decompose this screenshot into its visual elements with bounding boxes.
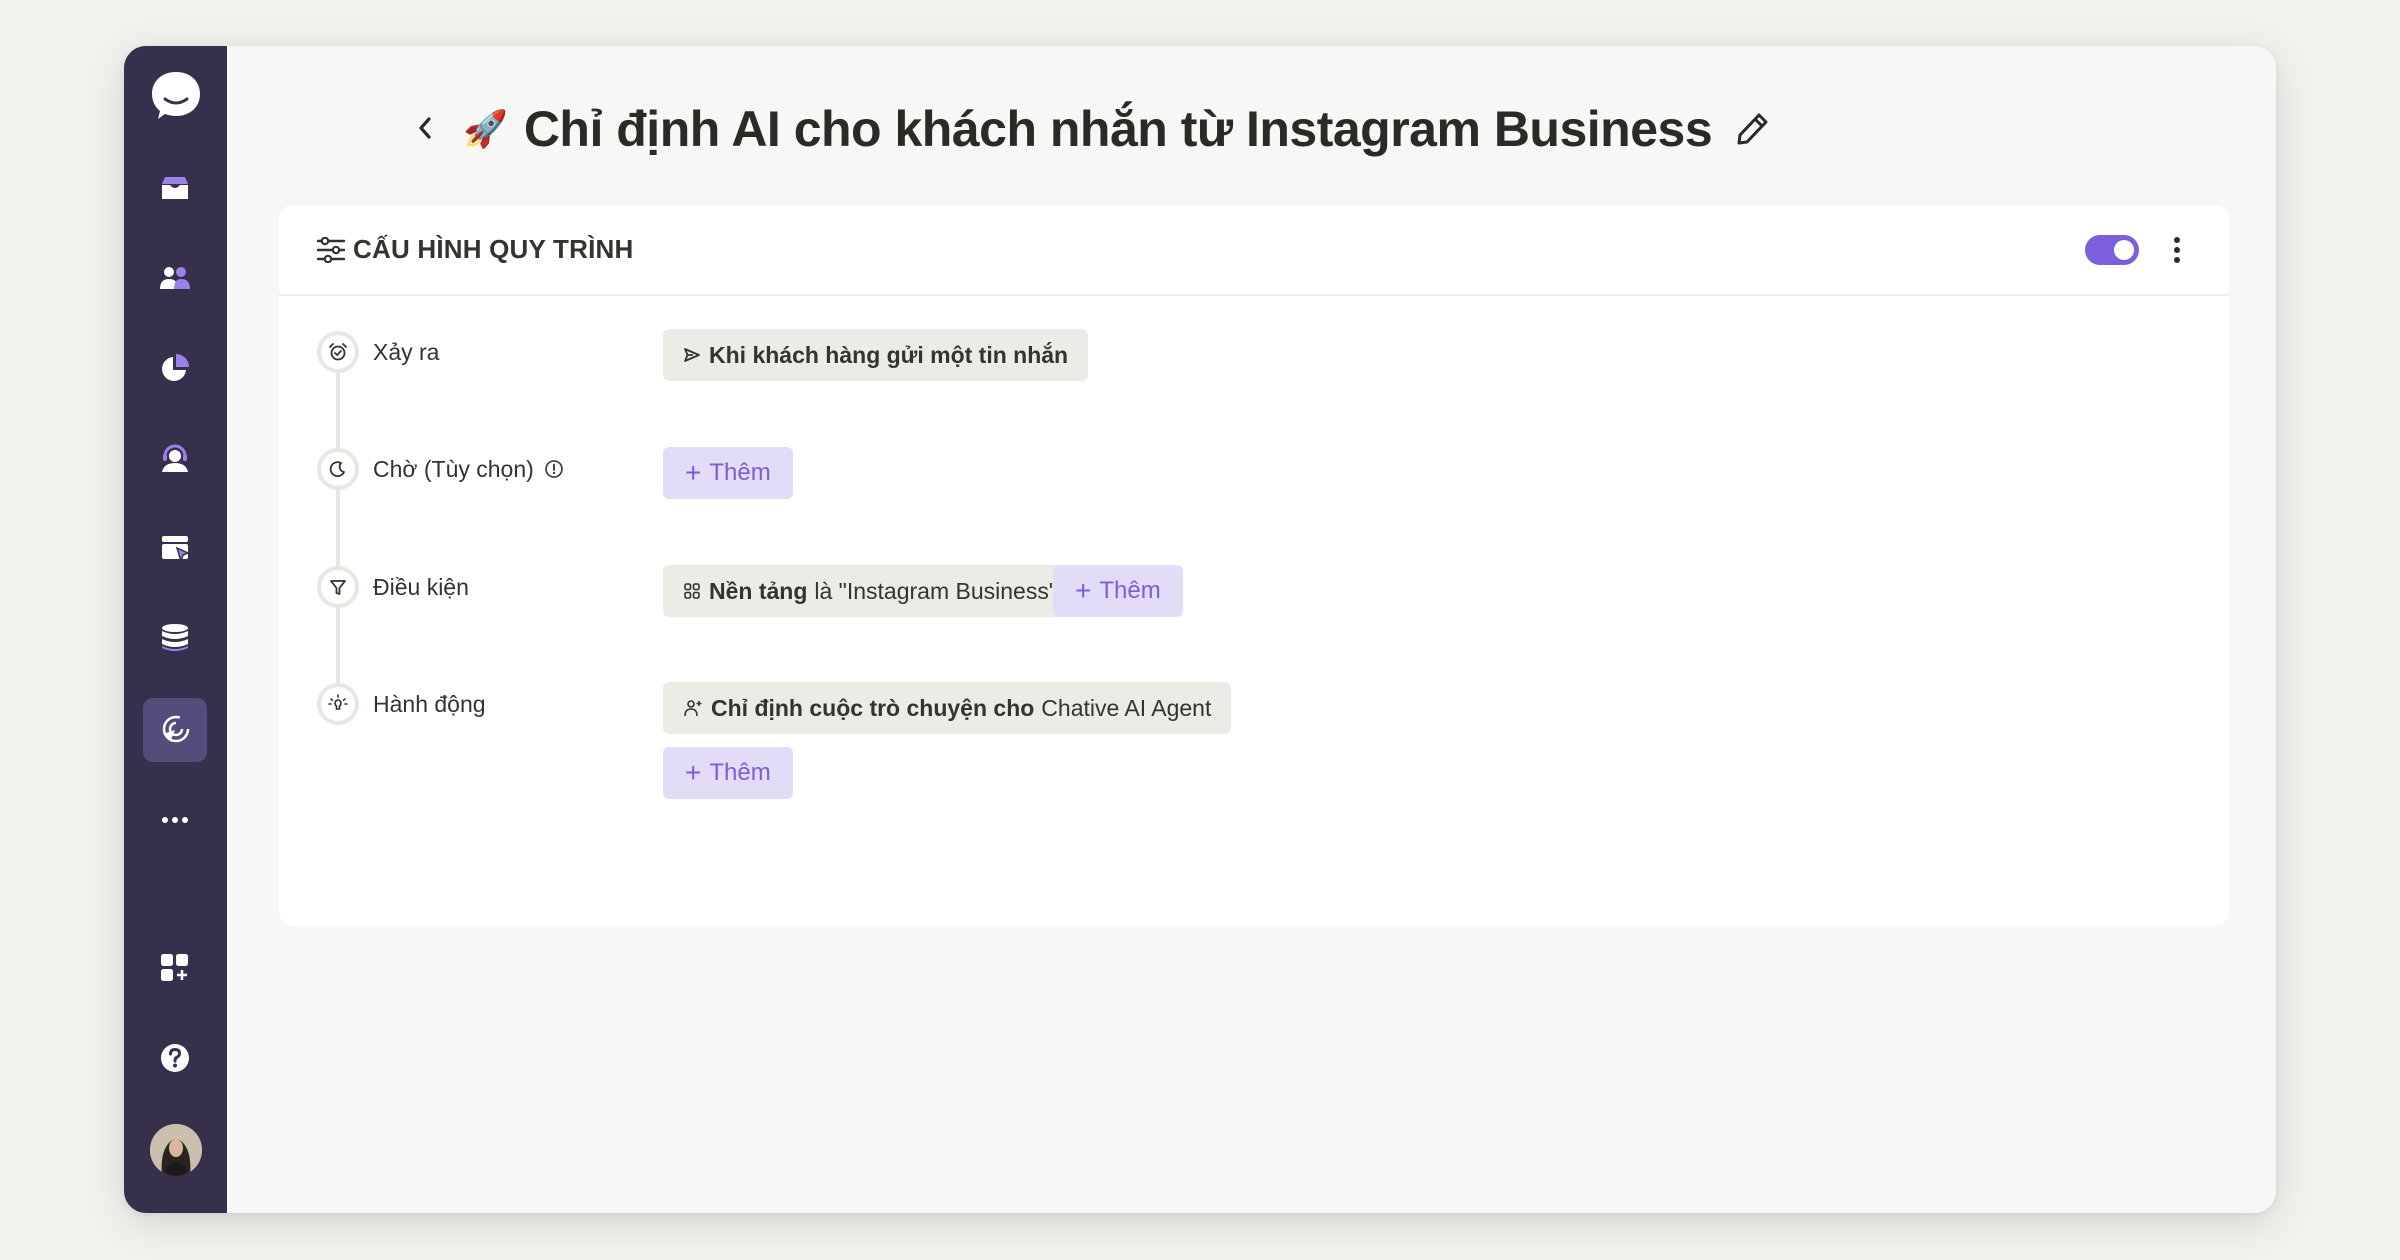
step-wait: Chờ (Tùy chọn) <box>317 448 564 490</box>
step-icon-circle <box>317 331 359 373</box>
sidebar-item-campaigns[interactable] <box>143 516 207 580</box>
main-content: 🚀 Chỉ định AI cho khách nhắn từ Instagra… <box>227 46 2276 1213</box>
edit-title-button[interactable] <box>1732 109 1772 149</box>
plus-icon: + <box>685 457 702 488</box>
more-horizontal-icon <box>162 817 188 823</box>
step-icon-circle <box>317 683 359 725</box>
filter-icon <box>330 580 346 595</box>
sidebar-item-apps[interactable] <box>143 936 207 1000</box>
condition-chip[interactable]: Nền tảng là "Instagram Business" <box>663 565 1077 617</box>
chip-value-text: là "Instagram Business" <box>814 577 1057 604</box>
chip-value-text: Chative AI Agent <box>1041 694 1212 721</box>
sidebar <box>124 46 227 1213</box>
workflow-enabled-toggle[interactable] <box>2085 234 2139 265</box>
alarm-clock-icon <box>329 343 347 361</box>
sidebar-item-reports[interactable] <box>143 336 207 400</box>
back-button[interactable] <box>403 106 447 150</box>
workflow-config-card: CẤU HÌNH QUY TRÌNH Xảy ra Khi khách hàng… <box>279 205 2229 926</box>
automation-icon <box>162 715 190 743</box>
card-header: CẤU HÌNH QUY TRÌNH <box>279 205 2229 296</box>
database-icon <box>162 624 188 651</box>
user-plus-icon <box>684 700 702 717</box>
sidebar-item-inbox[interactable] <box>143 156 207 220</box>
send-icon <box>684 348 700 362</box>
grid-icon <box>684 583 700 599</box>
step-label-text: Chờ (Tùy chọn) <box>373 456 534 482</box>
rocket-icon: 🚀 <box>463 108 508 149</box>
sliders-icon <box>317 236 345 263</box>
step-trigger: Xảy ra <box>317 331 439 373</box>
page-header: 🚀 Chỉ định AI cho khách nhắn từ Instagra… <box>463 94 1772 164</box>
add-condition-button[interactable]: + Thêm <box>1053 565 1183 617</box>
lightbulb-icon <box>328 694 348 710</box>
apps-add-icon <box>161 954 188 981</box>
inbox-icon <box>162 177 188 199</box>
timeline-connector <box>336 350 340 703</box>
help-icon <box>161 1044 189 1072</box>
window-cursor-icon <box>162 536 190 563</box>
step-label: Xảy ra <box>373 339 440 365</box>
more-options-button[interactable] <box>2165 230 2189 270</box>
add-button-label: Thêm <box>709 459 771 486</box>
plus-icon: + <box>1075 575 1092 606</box>
card-title-text: CẤU HÌNH QUY TRÌNH <box>353 234 634 264</box>
sidebar-item-agents[interactable] <box>143 426 207 490</box>
card-title: CẤU HÌNH QUY TRÌNH <box>317 234 633 265</box>
add-wait-button[interactable]: + Thêm <box>663 447 793 499</box>
moon-icon <box>329 461 345 478</box>
headset-user-icon <box>162 444 188 472</box>
action-chip[interactable]: Chỉ định cuộc trò chuyện cho Chative AI … <box>663 682 1232 734</box>
chip-bold-text: Nền tảng <box>709 577 808 604</box>
toggle-knob <box>2114 239 2134 260</box>
info-icon[interactable] <box>544 459 564 479</box>
app-window: 🚀 Chỉ định AI cho khách nhắn từ Instagra… <box>124 46 2276 1213</box>
sidebar-item-data[interactable] <box>143 606 207 670</box>
chevron-left-icon <box>419 117 431 139</box>
step-icon-circle <box>317 566 359 608</box>
chip-bold-text: Chỉ định cuộc trò chuyện cho <box>711 694 1035 721</box>
card-header-actions <box>2085 230 2189 270</box>
sidebar-item-automation[interactable] <box>143 698 207 762</box>
sidebar-item-more[interactable] <box>143 788 207 852</box>
avatar[interactable] <box>150 1124 202 1176</box>
page-title: Chỉ định AI cho khách nhắn từ Instagram … <box>523 101 1713 157</box>
step-condition: Điều kiện <box>317 566 469 608</box>
step-label: Chờ (Tùy chọn) <box>373 448 564 490</box>
trigger-chip[interactable]: Khi khách hàng gửi một tin nhắn <box>663 329 1089 381</box>
sidebar-item-help[interactable] <box>143 1026 207 1090</box>
more-vertical-icon <box>2174 236 2180 263</box>
step-label: Điều kiện <box>373 574 469 600</box>
add-button-label: Thêm <box>1099 577 1161 604</box>
chip-bold-text: Khi khách hàng gửi một tin nhắn <box>709 341 1069 368</box>
step-icon-circle <box>317 448 359 490</box>
pencil-icon <box>1737 113 1768 145</box>
add-button-label: Thêm <box>709 759 771 786</box>
add-action-button[interactable]: + Thêm <box>663 747 793 799</box>
pie-chart-icon <box>162 354 189 381</box>
plus-icon: + <box>685 757 702 788</box>
sidebar-item-contacts[interactable] <box>143 246 207 310</box>
chat-bubble-logo-icon[interactable] <box>150 70 202 122</box>
step-action: Hành động <box>317 683 486 725</box>
users-icon <box>160 267 190 289</box>
step-label: Hành động <box>373 691 486 717</box>
